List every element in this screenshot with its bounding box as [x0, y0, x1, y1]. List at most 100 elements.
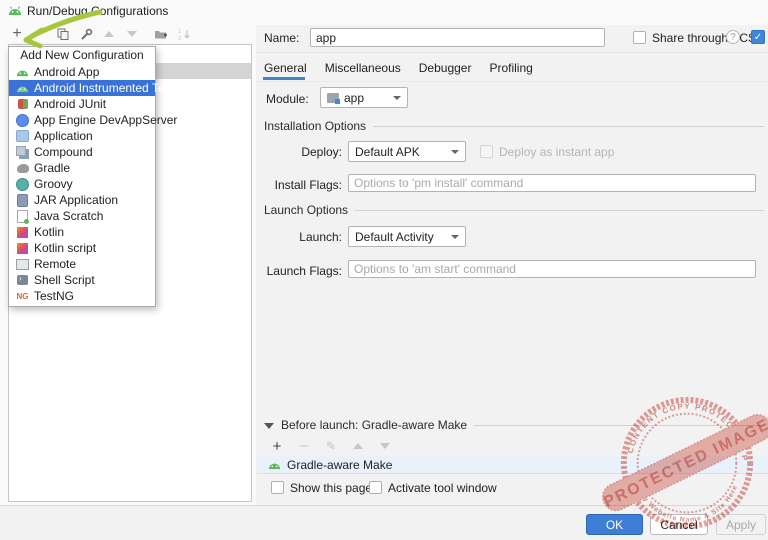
popup-item-remote[interactable]: Remote [9, 256, 155, 272]
launch-options-title: Launch Options [264, 203, 349, 217]
popup-item-testng[interactable]: NG TestNG [9, 288, 155, 304]
android-logo-icon [8, 5, 22, 16]
divider [256, 81, 768, 82]
application-icon [16, 130, 29, 143]
jar-application-icon [16, 193, 29, 207]
module-value: app [344, 90, 365, 105]
popup-item-label: Gradle [34, 161, 71, 175]
deploy-instant-app-checkbox[interactable] [480, 145, 493, 158]
new-folder-icon[interactable] [152, 26, 170, 42]
name-input[interactable] [310, 28, 605, 47]
popup-item-android-instrumented-tests[interactable]: Android Instrumented Tests [9, 80, 180, 96]
popup-item-gradle[interactable]: Gradle [9, 160, 155, 176]
module-label: Module: [266, 92, 309, 106]
popup-item-kotlin-script[interactable]: Kotlin script [9, 240, 155, 256]
popup-item-jar-application[interactable]: JAR Application [9, 192, 155, 208]
android-junit-icon [16, 98, 29, 111]
move-down-icon[interactable] [123, 26, 141, 42]
name-label: Name: [264, 31, 300, 45]
popup-item-android-junit[interactable]: Android JUnit [9, 96, 155, 112]
remove-configuration-button[interactable]: − [31, 25, 49, 42]
popup-item-label: Kotlin script [34, 241, 97, 255]
activate-tool-window-label: Activate tool window [388, 481, 497, 495]
popup-item-android-app[interactable]: Android App [9, 64, 155, 80]
android-icon [268, 458, 281, 471]
section-line [355, 209, 764, 211]
popup-item-label: Android JUnit [34, 97, 107, 111]
move-task-up-icon[interactable] [349, 438, 367, 454]
popup-item-groovy[interactable]: Groovy [9, 176, 155, 192]
svg-text:1: 1 [178, 29, 181, 35]
popup-item-label: Shell Script [34, 273, 95, 287]
tab-profiling[interactable]: Profiling [489, 61, 532, 75]
add-task-button[interactable]: + [268, 438, 286, 455]
divider [257, 52, 768, 53]
cancel-button[interactable]: Cancel [650, 514, 708, 535]
add-new-configuration-popup: Add New Configuration Android App Androi… [8, 46, 180, 307]
add-configuration-button[interactable]: + [8, 25, 26, 42]
popup-item-kotlin[interactable]: Kotlin [9, 224, 155, 240]
apply-button[interactable]: Apply [716, 514, 766, 535]
show-this-page-label: Show this page [290, 481, 373, 495]
launch-flags-label: Launch Flags: [266, 264, 342, 278]
module-select[interactable]: app [320, 87, 408, 108]
before-launch-collapse-icon[interactable] [264, 423, 274, 429]
popup-item-application[interactable]: Application [9, 128, 155, 144]
popup-item-label: Java Scratch [34, 209, 104, 223]
share-through-vcs-checkbox[interactable] [633, 31, 646, 44]
tab-miscellaneous[interactable]: Miscellaneous [325, 61, 401, 75]
kotlin-script-icon [16, 242, 29, 255]
before-launch-section-header: Before launch: Gradle-aware Make [281, 418, 764, 432]
popup-item-app-engine[interactable]: App Engine DevAppServer [9, 112, 177, 128]
deploy-instant-app-label: Deploy as instant app [499, 145, 615, 159]
popup-item-label: Android App [34, 65, 100, 79]
popup-item-compound[interactable]: Compound [9, 144, 155, 160]
before-launch-task-label: Gradle-aware Make [287, 457, 393, 472]
popup-header: Add New Configuration [20, 48, 144, 62]
help-icon[interactable]: ? [726, 30, 740, 44]
settings-tabs: General Miscellaneous Debugger Profiling [264, 61, 533, 75]
deploy-label: Deploy: [301, 145, 342, 159]
popup-item-label: JAR Application [34, 193, 119, 207]
chevron-down-icon [451, 234, 459, 239]
activate-tool-window-checkbox[interactable] [369, 481, 382, 494]
remove-task-button[interactable]: − [295, 438, 313, 455]
ok-button[interactable]: OK [586, 514, 643, 535]
popup-item-java-scratch[interactable]: Java Scratch [9, 208, 155, 224]
install-flags-input[interactable] [348, 174, 756, 192]
deploy-value: Default APK [355, 144, 420, 159]
compound-icon [16, 145, 29, 159]
sort-configurations-icon[interactable]: 12 [175, 26, 193, 42]
tab-general[interactable]: General [264, 61, 307, 75]
before-launch-task-row[interactable]: Gradle-aware Make [257, 456, 768, 474]
popup-item-shell-script[interactable]: Shell Script [9, 272, 155, 288]
move-task-down-icon[interactable] [376, 438, 394, 454]
deploy-select[interactable]: Default APK [348, 141, 466, 162]
popup-item-label: TestNG [34, 289, 75, 303]
java-scratch-icon [16, 209, 29, 224]
show-this-page-checkbox[interactable] [271, 481, 284, 494]
android-app-icon [16, 66, 29, 79]
android-instrumented-tests-icon [16, 82, 29, 95]
corner-checkbox[interactable]: ✓ [751, 30, 765, 44]
launch-flags-input[interactable] [348, 260, 756, 278]
groovy-icon [16, 177, 29, 191]
chevron-down-icon [393, 95, 401, 100]
launch-label: Launch: [299, 230, 342, 244]
copy-configuration-icon[interactable] [54, 26, 72, 42]
installation-options-section-header: Installation Options [264, 119, 764, 133]
popup-item-label: Compound [34, 145, 93, 159]
launch-select[interactable]: Default Activity [348, 226, 466, 247]
section-line [474, 424, 764, 426]
svg-text:2: 2 [178, 36, 181, 41]
testng-icon: NG [16, 291, 29, 301]
tab-debugger[interactable]: Debugger [419, 61, 472, 75]
popup-item-label: Android Instrumented Tests [34, 81, 180, 95]
before-launch-toolbar: + − ✎ [268, 438, 394, 455]
gradle-icon [16, 162, 29, 175]
edit-templates-wrench-icon[interactable] [77, 26, 95, 42]
share-through-vcs-label: Share through VCS [652, 31, 757, 45]
move-up-icon[interactable] [100, 26, 118, 42]
edit-task-icon[interactable]: ✎ [322, 438, 340, 454]
shell-script-icon [16, 274, 29, 287]
